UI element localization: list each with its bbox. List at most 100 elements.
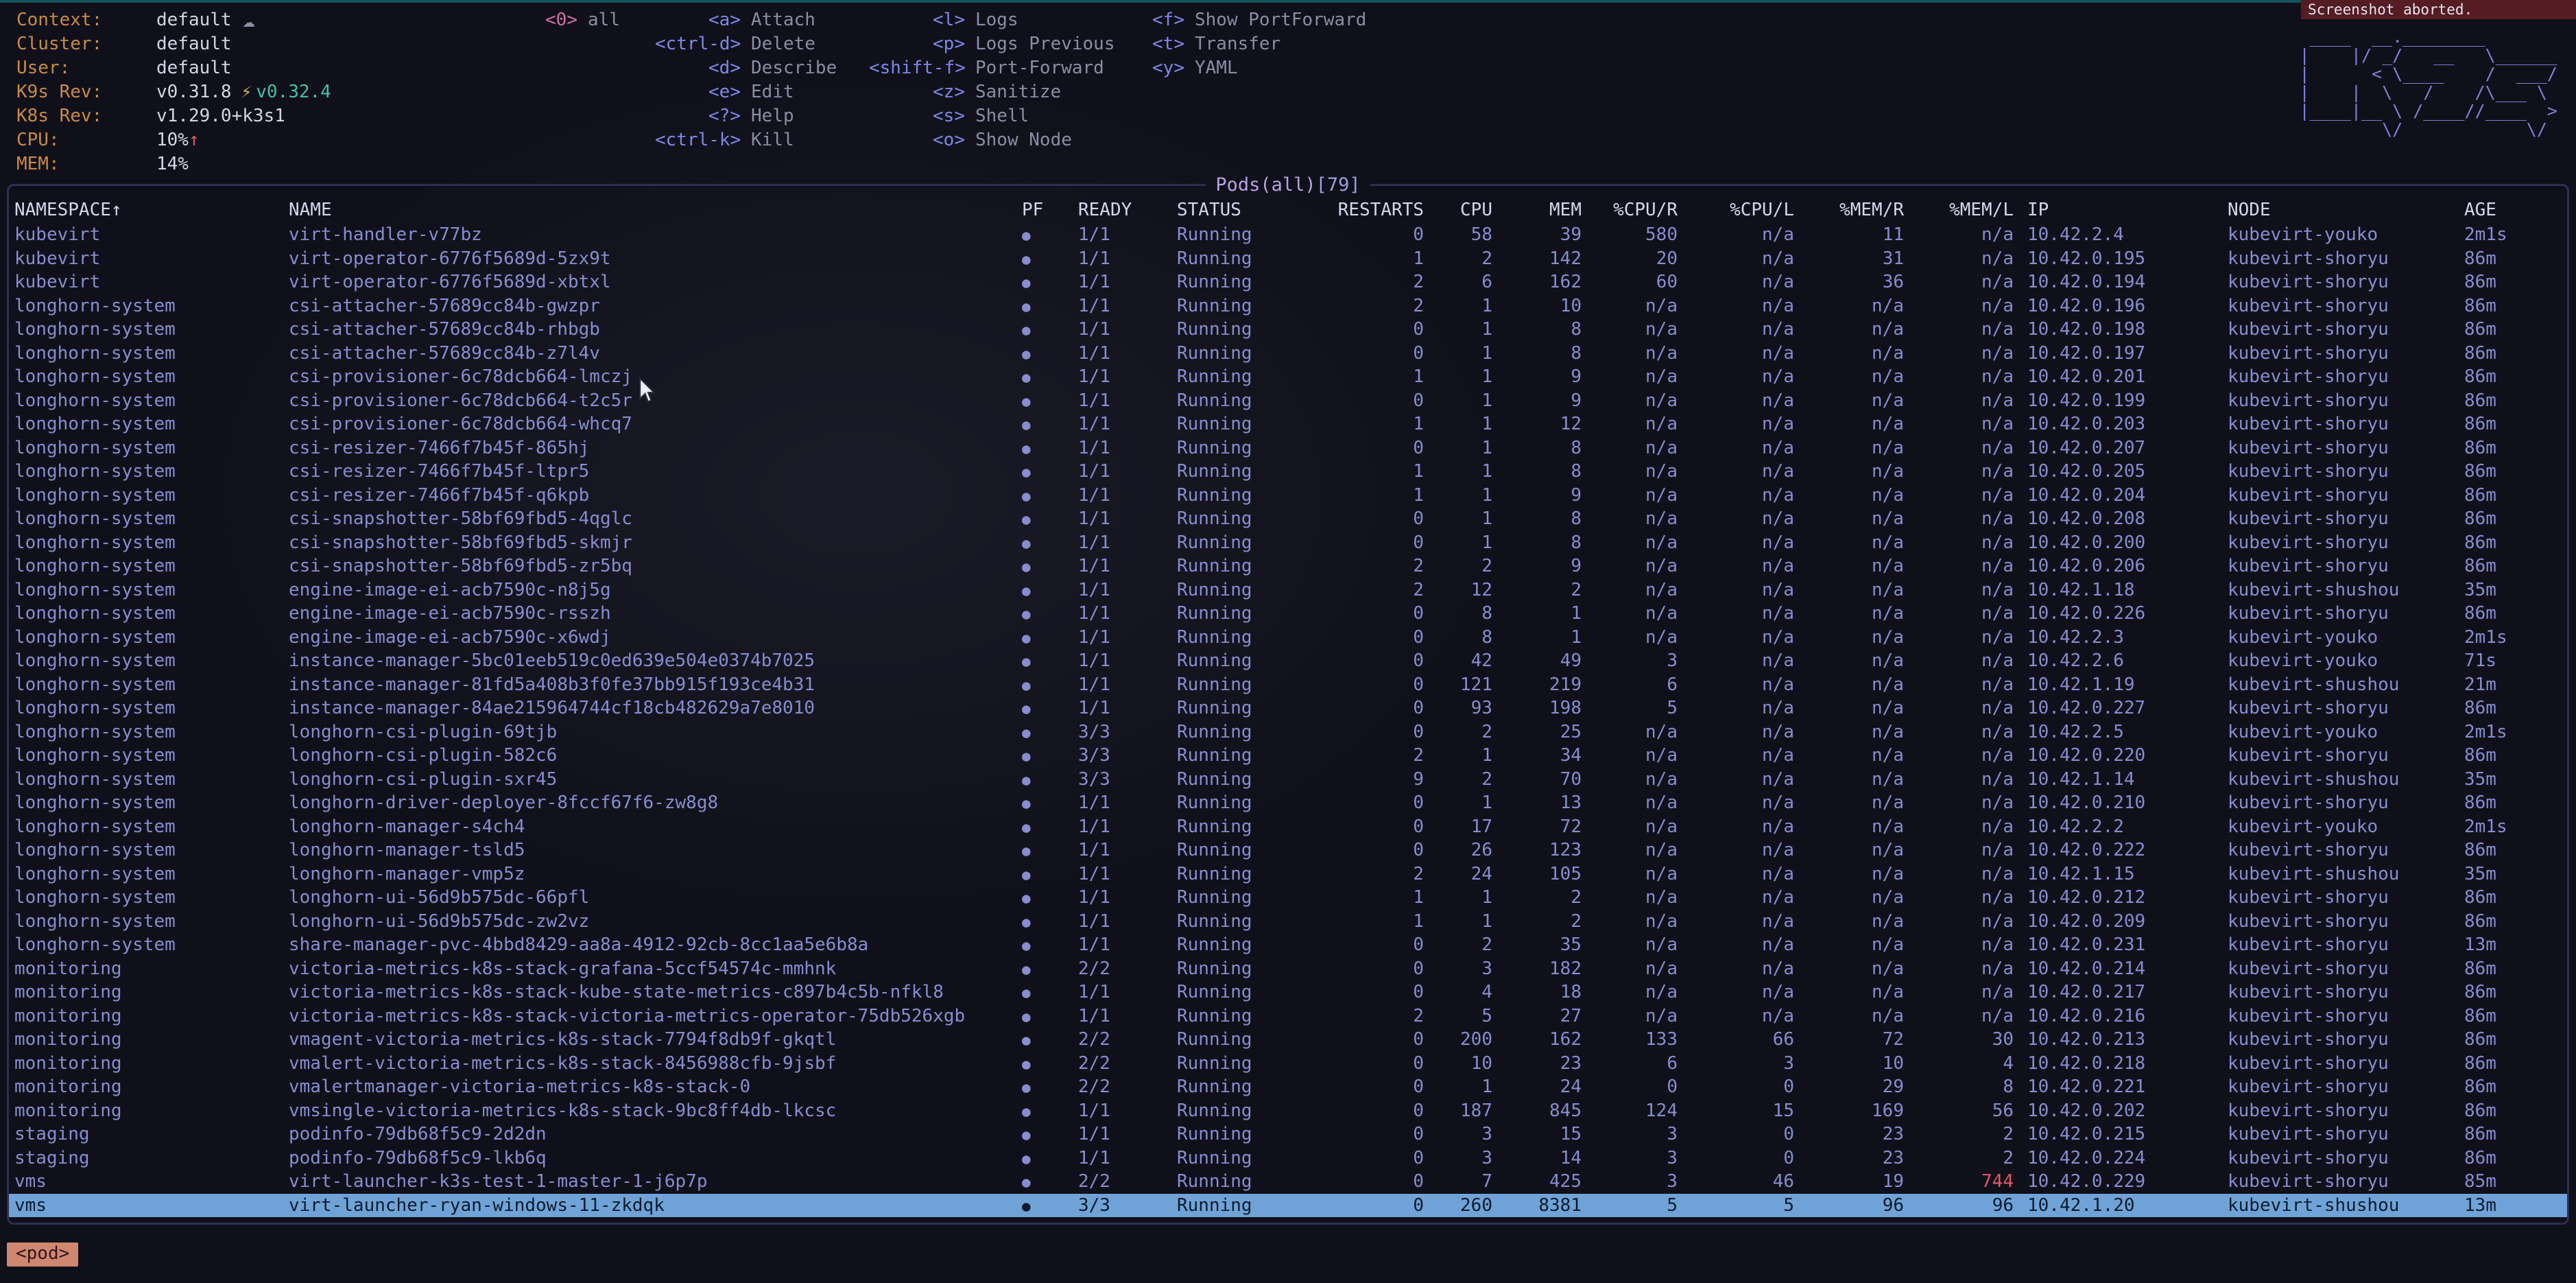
- cell-mem: 8: [1498, 508, 1587, 529]
- hotkey-description: Edit: [751, 80, 794, 104]
- cell-status: Running: [1177, 1006, 1333, 1026]
- cell-restarts: 2: [1333, 296, 1429, 316]
- pod-row[interactable]: longhorn-system instance-manager-84ae215…: [9, 696, 2567, 720]
- cell-node: kubevirt-shoryu: [2218, 366, 2455, 387]
- pod-row[interactable]: longhorn-system longhorn-csi-plugin-69tj…: [9, 720, 2567, 744]
- pod-row[interactable]: longhorn-system longhorn-ui-56d9b575dc-z…: [9, 910, 2567, 934]
- pod-row[interactable]: longhorn-system longhorn-manager-s4ch4 ●…: [9, 815, 2567, 839]
- pod-row[interactable]: vms virt-launcher-ryan-windows-11-zkdqk …: [9, 1194, 2567, 1218]
- pod-row[interactable]: longhorn-system csi-attacher-57689cc84b-…: [9, 294, 2567, 318]
- pod-row[interactable]: longhorn-system csi-resizer-7466f7b45f-8…: [9, 436, 2567, 460]
- cell-cpu-l: n/a: [1683, 580, 1800, 600]
- pod-row[interactable]: longhorn-system engine-image-ei-acb7590c…: [9, 602, 2567, 626]
- pod-row[interactable]: monitoring vmalertmanager-victoria-metri…: [9, 1075, 2567, 1099]
- hotkey-menu-item[interactable]: <f> Show PortForward: [1152, 8, 1385, 32]
- cell-pf: ●: [1016, 1100, 1078, 1121]
- hotkey-menu-item[interactable]: <p> Logs Previous: [869, 32, 1152, 56]
- pod-row[interactable]: longhorn-system csi-provisioner-6c78dcb6…: [9, 365, 2567, 389]
- pod-row[interactable]: monitoring vmsingle-victoria-metrics-k8s…: [9, 1099, 2567, 1123]
- pod-row[interactable]: kubevirt virt-operator-6776f5689d-5zx9t …: [9, 247, 2567, 271]
- pod-row[interactable]: longhorn-system csi-provisioner-6c78dcb6…: [9, 389, 2567, 413]
- hotkey-menu-item[interactable]: <0> all: [543, 8, 655, 32]
- pod-row[interactable]: monitoring victoria-metrics-k8s-stack-vi…: [9, 1004, 2567, 1028]
- cell-cpu-r: n/a: [1587, 508, 1683, 529]
- cell-status: Running: [1177, 650, 1333, 671]
- hotkey-menu-item[interactable]: <ctrl-k> Kill: [655, 128, 869, 152]
- pod-row[interactable]: longhorn-system csi-resizer-7466f7b45f-q…: [9, 484, 2567, 508]
- cell-name: instance-manager-81fd5a408b3f0fe37bb915f…: [289, 674, 1016, 695]
- col-header-ready: READY: [1078, 200, 1177, 220]
- pod-row[interactable]: longhorn-system csi-attacher-57689cc84b-…: [9, 318, 2567, 342]
- hotkey-menu-item[interactable]: <e> Edit: [655, 80, 869, 104]
- hotkey-menu-item[interactable]: <a> Attach: [655, 8, 869, 32]
- cell-restarts: 0: [1333, 934, 1429, 955]
- cell-mem-r: n/a: [1800, 414, 1909, 434]
- hotkey-menu-item[interactable]: <o> Show Node: [869, 128, 1152, 152]
- cell-cpu: 3: [1429, 1124, 1498, 1144]
- cell-ip: 10.42.0.210: [2019, 792, 2218, 813]
- pod-row[interactable]: kubevirt virt-operator-6776f5689d-xbtxl …: [9, 270, 2567, 294]
- pod-row[interactable]: longhorn-system longhorn-manager-vmp5z ●…: [9, 862, 2567, 886]
- cell-cpu-l: n/a: [1683, 864, 1800, 884]
- hotkey-menu-item[interactable]: <s> Shell: [869, 104, 1152, 128]
- cell-node: kubevirt-shoryu: [2218, 745, 2455, 766]
- cell-restarts: 1: [1333, 485, 1429, 506]
- context-row: Context: default ☁: [16, 8, 527, 32]
- cell-cpu-r: n/a: [1587, 485, 1683, 506]
- cell-ip: 10.42.0.231: [2019, 934, 2218, 955]
- hotkey-menu-item[interactable]: <t> Transfer: [1152, 32, 1385, 56]
- hotkey-menu-item[interactable]: <z> Sanitize: [869, 80, 1152, 104]
- pod-row[interactable]: longhorn-system instance-manager-5bc01ee…: [9, 649, 2567, 673]
- cell-status: Running: [1177, 769, 1333, 790]
- pod-row[interactable]: longhorn-system csi-snapshotter-58bf69fb…: [9, 507, 2567, 531]
- hotkey-menu-item[interactable]: <y> YAML: [1152, 56, 1385, 80]
- hotkey-menu-item[interactable]: <l> Logs: [869, 8, 1152, 32]
- cell-cpu-r: 20: [1587, 248, 1683, 269]
- cell-age: 86m: [2455, 698, 2567, 718]
- pod-row[interactable]: longhorn-system csi-resizer-7466f7b45f-l…: [9, 460, 2567, 484]
- cell-mem: 49: [1498, 650, 1587, 671]
- cell-cpu-r: 124: [1587, 1100, 1683, 1121]
- pod-row[interactable]: longhorn-system longhorn-csi-plugin-sxr4…: [9, 768, 2567, 792]
- cell-cpu: 42: [1429, 650, 1498, 671]
- pod-row[interactable]: staging podinfo-79db68f5c9-lkb6q ● 1/1 R…: [9, 1146, 2567, 1170]
- pod-row[interactable]: vms virt-launcher-k3s-test-1-master-1-j6…: [9, 1170, 2567, 1194]
- cell-age: 86m: [2455, 1053, 2567, 1074]
- pod-row[interactable]: longhorn-system longhorn-csi-plugin-582c…: [9, 744, 2567, 768]
- pod-row[interactable]: longhorn-system share-manager-pvc-4bbd84…: [9, 933, 2567, 957]
- ready-dot-icon: ●: [1022, 558, 1031, 575]
- hotkey-menu-item[interactable]: <?> Help: [655, 104, 869, 128]
- pod-row[interactable]: longhorn-system csi-provisioner-6c78dcb6…: [9, 412, 2567, 436]
- pod-row[interactable]: longhorn-system csi-snapshotter-58bf69fb…: [9, 531, 2567, 555]
- pod-row[interactable]: monitoring victoria-metrics-k8s-stack-ku…: [9, 980, 2567, 1004]
- pod-row[interactable]: staging podinfo-79db68f5c9-2d2dn ● 1/1 R…: [9, 1122, 2567, 1146]
- pod-row[interactable]: longhorn-system longhorn-ui-56d9b575dc-6…: [9, 886, 2567, 910]
- pod-row[interactable]: longhorn-system csi-attacher-57689cc84b-…: [9, 342, 2567, 366]
- cell-pf: ●: [1016, 816, 1078, 837]
- pod-row[interactable]: longhorn-system engine-image-ei-acb7590c…: [9, 578, 2567, 602]
- cell-node: kubevirt-shoryu: [2218, 272, 2455, 292]
- pod-row[interactable]: longhorn-system longhorn-driver-deployer…: [9, 791, 2567, 815]
- pod-row[interactable]: monitoring vmagent-victoria-metrics-k8s-…: [9, 1028, 2567, 1052]
- hotkey-menu-item[interactable]: <shift-f> Port-Forward: [869, 56, 1152, 80]
- pod-row[interactable]: longhorn-system longhorn-manager-tsld5 ●…: [9, 838, 2567, 862]
- pod-row[interactable]: longhorn-system engine-image-ei-acb7590c…: [9, 626, 2567, 650]
- hotkey-menu-item[interactable]: <d> Describe: [655, 56, 869, 80]
- pod-row[interactable]: longhorn-system instance-manager-81fd5a4…: [9, 673, 2567, 697]
- cell-mem: 35: [1498, 934, 1587, 955]
- cell-ready: 1/1: [1078, 556, 1177, 576]
- cell-status: Running: [1177, 438, 1333, 458]
- cell-ready: 2/2: [1078, 1171, 1177, 1192]
- ready-dot-icon: ●: [1022, 819, 1031, 836]
- cell-node: kubevirt-shoryu: [2218, 603, 2455, 624]
- cell-mem-l: 96: [1909, 1195, 2019, 1216]
- pod-row[interactable]: longhorn-system csi-snapshotter-58bf69fb…: [9, 554, 2567, 578]
- pod-row[interactable]: kubevirt virt-handler-v77bz ● 1/1 Runnin…: [9, 223, 2567, 247]
- cell-mem: 15: [1498, 1124, 1587, 1144]
- cell-name: longhorn-ui-56d9b575dc-66pfl: [289, 887, 1016, 908]
- hotkey-menu-item[interactable]: <ctrl-d> Delete: [655, 32, 869, 56]
- pod-row[interactable]: monitoring victoria-metrics-k8s-stack-gr…: [9, 957, 2567, 981]
- cell-pf: ●: [1016, 366, 1078, 387]
- cell-ready: 1/1: [1078, 461, 1177, 482]
- pod-row[interactable]: monitoring vmalert-victoria-metrics-k8s-…: [9, 1052, 2567, 1076]
